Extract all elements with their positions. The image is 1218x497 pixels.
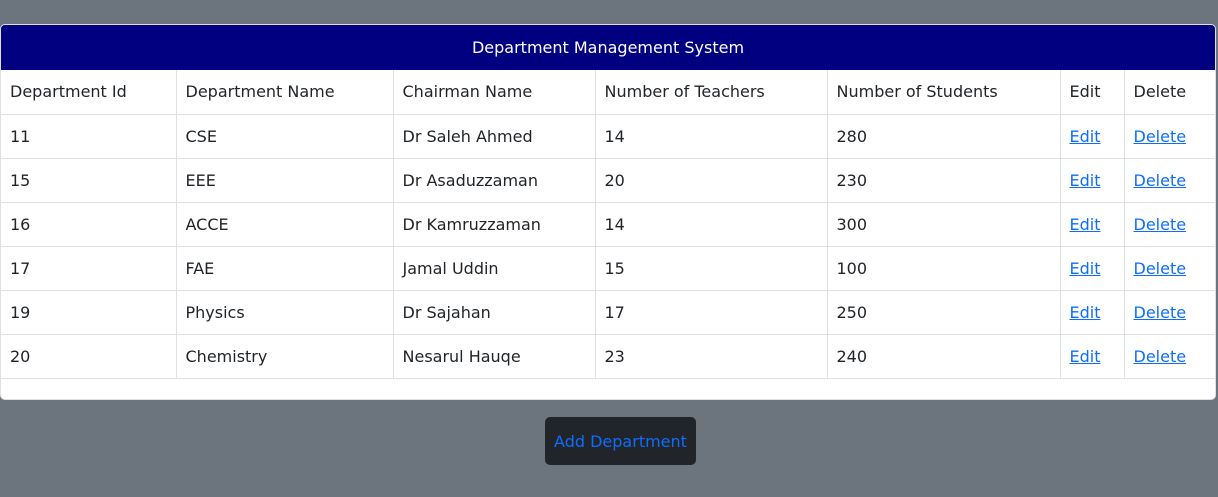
- column-header-department-id: Department Id: [1, 70, 177, 115]
- edit-link[interactable]: Edit: [1070, 303, 1101, 322]
- cell-edit: Edit: [1060, 114, 1125, 159]
- cell-chairman-name: Dr Kamruzzaman: [393, 202, 596, 247]
- cell-number-of-students: 300: [827, 202, 1061, 247]
- card-header: Department Management System: [1, 25, 1215, 70]
- cell-number-of-students: 100: [827, 246, 1061, 291]
- column-header-number-of-students: Number of Students: [827, 70, 1061, 115]
- cell-delete: Delete: [1124, 158, 1215, 203]
- table-row: 15 EEE Dr Asaduzzaman 20 230 Edit Delete: [1, 158, 1215, 203]
- cell-department-name: FAE: [176, 246, 394, 291]
- cell-chairman-name: Dr Asaduzzaman: [393, 158, 596, 203]
- table-row: 17 FAE Jamal Uddin 15 100 Edit Delete: [1, 246, 1215, 291]
- column-header-department-name: Department Name: [176, 70, 394, 115]
- cell-edit: Edit: [1060, 202, 1125, 247]
- cell-delete: Delete: [1124, 290, 1215, 335]
- cell-number-of-students: 240: [827, 334, 1061, 379]
- cell-delete: Delete: [1124, 246, 1215, 291]
- cell-department-id: 17: [1, 246, 177, 291]
- cell-department-name: CSE: [176, 114, 394, 159]
- department-table: Department Id Department Name Chairman N…: [1, 70, 1215, 379]
- table-row: 11 CSE Dr Saleh Ahmed 14 280 Edit Delete: [1, 114, 1215, 159]
- table-row: 19 Physics Dr Sajahan 17 250 Edit Delete: [1, 290, 1215, 335]
- delete-link[interactable]: Delete: [1134, 215, 1187, 234]
- cell-number-of-students: 230: [827, 158, 1061, 203]
- delete-link[interactable]: Delete: [1134, 171, 1187, 190]
- edit-link[interactable]: Edit: [1070, 259, 1101, 278]
- cell-department-id: 19: [1, 290, 177, 335]
- cell-delete: Delete: [1124, 334, 1215, 379]
- cell-number-of-teachers: 15: [595, 246, 828, 291]
- column-header-chairman-name: Chairman Name: [393, 70, 596, 115]
- add-department-wrapper: Add Department: [545, 417, 696, 465]
- edit-link[interactable]: Edit: [1070, 171, 1101, 190]
- page-title: Department Management System: [471, 38, 745, 57]
- cell-department-id: 20: [1, 334, 177, 379]
- edit-link[interactable]: Edit: [1070, 215, 1101, 234]
- cell-number-of-students: 250: [827, 290, 1061, 335]
- cell-edit: Edit: [1060, 334, 1125, 379]
- edit-link[interactable]: Edit: [1070, 347, 1101, 366]
- cell-number-of-teachers: 14: [595, 202, 828, 247]
- column-header-number-of-teachers: Number of Teachers: [595, 70, 828, 115]
- department-card: Department Management System Department …: [0, 24, 1216, 400]
- cell-edit: Edit: [1060, 158, 1125, 203]
- cell-chairman-name: Dr Sajahan: [393, 290, 596, 335]
- column-header-delete: Delete: [1124, 70, 1215, 115]
- cell-department-id: 15: [1, 158, 177, 203]
- table-row: 16 ACCE Dr Kamruzzaman 14 300 Edit Delet…: [1, 202, 1215, 247]
- column-header-edit: Edit: [1060, 70, 1125, 115]
- table-header-row: Department Id Department Name Chairman N…: [1, 70, 1215, 115]
- cell-edit: Edit: [1060, 290, 1125, 335]
- cell-department-name: Physics: [176, 290, 394, 335]
- cell-delete: Delete: [1124, 202, 1215, 247]
- cell-department-name: EEE: [176, 158, 394, 203]
- cell-edit: Edit: [1060, 246, 1125, 291]
- cell-department-id: 16: [1, 202, 177, 247]
- delete-link[interactable]: Delete: [1134, 127, 1187, 146]
- cell-chairman-name: Nesarul Hauqe: [393, 334, 596, 379]
- delete-link[interactable]: Delete: [1134, 303, 1187, 322]
- edit-link[interactable]: Edit: [1070, 127, 1101, 146]
- cell-department-id: 11: [1, 114, 177, 159]
- cell-department-name: ACCE: [176, 202, 394, 247]
- cell-chairman-name: Dr Saleh Ahmed: [393, 114, 596, 159]
- add-department-button[interactable]: Add Department: [545, 417, 696, 465]
- cell-chairman-name: Jamal Uddin: [393, 246, 596, 291]
- cell-department-name: Chemistry: [176, 334, 394, 379]
- delete-link[interactable]: Delete: [1134, 259, 1187, 278]
- table-row: 20 Chemistry Nesarul Hauqe 23 240 Edit D…: [1, 334, 1215, 379]
- cell-number-of-teachers: 14: [595, 114, 828, 159]
- cell-number-of-teachers: 23: [595, 334, 828, 379]
- delete-link[interactable]: Delete: [1134, 347, 1187, 366]
- cell-delete: Delete: [1124, 114, 1215, 159]
- cell-number-of-teachers: 20: [595, 158, 828, 203]
- cell-number-of-teachers: 17: [595, 290, 828, 335]
- cell-number-of-students: 280: [827, 114, 1061, 159]
